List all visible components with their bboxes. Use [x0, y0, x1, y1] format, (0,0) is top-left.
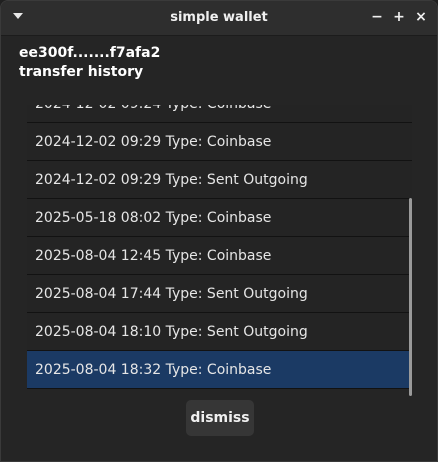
window-controls: − + ×	[371, 10, 427, 24]
transfer-list[interactable]: 2024-12-02 09:24 Type: Coinbase 2024-12-…	[27, 105, 412, 395]
transfer-row[interactable]: 2024-12-02 09:24 Type: Coinbase	[27, 105, 412, 123]
title-bar[interactable]: simple wallet − + ×	[1, 1, 437, 36]
wallet-address: ee300f.......f7afa2	[19, 45, 161, 61]
close-icon[interactable]: ×	[415, 10, 427, 24]
transfer-row[interactable]: 2024-12-02 09:29 Type: Coinbase	[27, 123, 412, 161]
minimize-icon[interactable]: −	[371, 10, 383, 24]
transfer-row[interactable]: 2025-05-18 08:02 Type: Coinbase	[27, 199, 412, 237]
transfer-row[interactable]: 2024-12-02 09:29 Type: Sent Outgoing	[27, 161, 412, 199]
transfer-row[interactable]: 2025-08-04 18:32 Type: Coinbase	[27, 351, 412, 389]
transfer-row[interactable]: 2025-08-04 12:45 Type: Coinbase	[27, 237, 412, 275]
header: ee300f.......f7afa2 transfer history	[19, 44, 160, 82]
page-title: transfer history	[19, 64, 144, 80]
transfer-list-content: 2024-12-02 09:24 Type: Coinbase 2024-12-…	[27, 105, 412, 389]
scrollbar[interactable]	[409, 198, 412, 396]
transfer-row[interactable]: 2025-08-04 18:10 Type: Sent Outgoing	[27, 313, 412, 351]
transfer-row[interactable]: 2025-08-04 17:44 Type: Sent Outgoing	[27, 275, 412, 313]
dismiss-button[interactable]: dismiss	[186, 400, 254, 436]
maximize-icon[interactable]: +	[393, 10, 405, 24]
wallet-window: simple wallet − + × ee300f.......f7afa2 …	[0, 0, 438, 462]
